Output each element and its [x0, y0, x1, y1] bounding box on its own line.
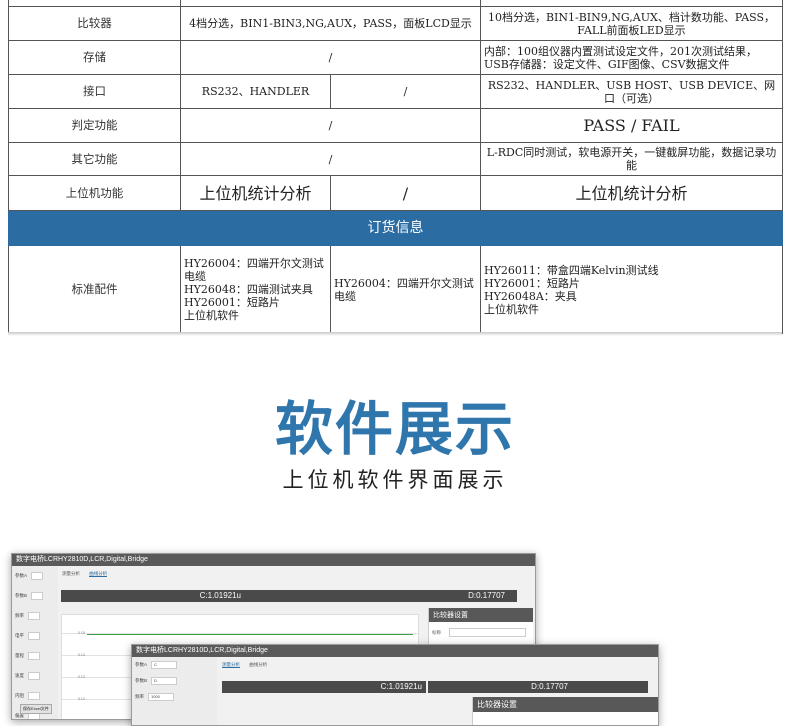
sidebar-item[interactable]: 参数B D: [132, 673, 217, 689]
list-item: 上位机软件: [484, 302, 539, 316]
table-row: 订货信息: [8, 210, 783, 246]
cell: /: [180, 142, 481, 176]
tick-label: 0.13: [78, 675, 85, 679]
window-title: 数字电桥LCRHY2810D,LCR,Digital,Bridge: [132, 645, 658, 657]
list-item: 上位机软件: [184, 309, 239, 322]
nominal-input[interactable]: [449, 628, 526, 637]
row-label: 判定功能: [8, 108, 181, 143]
save-excel-button[interactable]: 保存Excel文件: [20, 704, 52, 714]
sidebar-item[interactable]: 内阻: [12, 686, 58, 706]
cell: 上位机统计分析: [480, 175, 783, 211]
row-label: 其它功能: [8, 142, 181, 176]
section-subtitle: 上位机软件界面展示: [282, 468, 508, 492]
tab-measure[interactable]: 测量分析: [222, 662, 240, 668]
list-item: HY26004：四端开尔文测试电缆: [184, 257, 324, 283]
list-item: HY26001：短路片: [184, 296, 280, 309]
tab-measure[interactable]: 测量分析: [62, 571, 80, 576]
table-row: 存储 / 内部：100组仪器内置测试设定文件，201次测试结果，USB存储器：设…: [8, 40, 783, 75]
list-item: HY26048A：夹具: [484, 289, 577, 303]
cell: 内部：100组仪器内置测试设定文件，201次测试结果，USB存储器：设定文件、G…: [480, 40, 783, 75]
software-window-front: 数字电桥LCRHY2810D,LCR,Digital,Bridge 参数A C 参…: [131, 644, 659, 726]
table-row: 标准配件 HY26004：四端开尔文测试电缆 HY26048：四端测试夹具 HY…: [8, 245, 783, 334]
cell: HY26004：四端开尔文测试电缆: [330, 245, 481, 334]
cell: HY26004：四端开尔文测试电缆 HY26048：四端测试夹具 HY26001…: [180, 245, 331, 334]
order-info-banner: 订货信息: [8, 210, 783, 246]
table-row: 比较器 4档分选，BIN1-BIN3,NG,AUX，PASS，面板LCD显示 1…: [8, 6, 783, 41]
sidebar-item[interactable]: 频率 1000: [132, 689, 217, 705]
tab-curve[interactable]: 曲线分析: [89, 571, 108, 577]
comparator-panel: 比较器设置: [472, 697, 658, 725]
tick-label: 0.15: [78, 631, 85, 635]
tab-curve[interactable]: 曲线分析: [249, 662, 267, 667]
tab-bar: 测量分析 曲线分析: [62, 571, 115, 577]
cell: /: [330, 175, 481, 211]
cell: L-RDC同时测试，软电源开关，一键截屏功能，数据记录功能: [480, 142, 783, 176]
table-shadow: [8, 332, 782, 336]
table-row: 上位机功能 上位机统计分析 / 上位机统计分析: [8, 175, 783, 211]
c-readout: C:1.01921u: [222, 681, 426, 693]
table-row: 其它功能 / L-RDC同时测试，软电源开关，一键截屏功能，数据记录功能: [8, 142, 783, 176]
panel-title: 比较器设置: [473, 697, 658, 712]
tick-label: 0.12: [78, 697, 85, 701]
row-label: 接口: [8, 74, 181, 109]
cell: 上位机统计分析: [180, 175, 331, 211]
cell: HY26011：带盒四端Kelvin测试线 HY26001：短路片 HY2604…: [480, 245, 783, 334]
cell: RS232、HANDLER、USB HOST、USB DEVICE、网口（可选）: [480, 74, 783, 109]
d-readout: D:0.17707: [428, 681, 648, 693]
spec-table: 比较器 4档分选，BIN1-BIN3,NG,AUX，PASS，面板LCD显示 1…: [8, 0, 783, 334]
sidebar: 参数A 参数B 频率 电平 量程 速度 内阻 偏置: [12, 566, 58, 719]
list-item: HY26004：四端开尔文测试电缆: [334, 276, 474, 303]
cell: RS232、HANDLER: [180, 74, 331, 109]
row-label: 比较器: [8, 6, 181, 41]
panel-title: 比较器设置: [429, 608, 533, 622]
sidebar-item[interactable]: 参数A C: [132, 657, 217, 673]
sidebar-item[interactable]: 速度: [12, 666, 58, 686]
tab-bar: 测量分析 曲线分析: [222, 662, 275, 668]
window-title: 数字电桥LCRHY2810D,LCR,Digital,Bridge: [12, 554, 535, 566]
d-readout: D:0.17707: [245, 590, 517, 602]
sidebar-item[interactable]: 参数B: [12, 586, 58, 606]
section-title: 软件展示: [274, 395, 515, 463]
c-readout: C:1.01921u: [61, 590, 245, 602]
cell: PASS / FAIL: [480, 108, 783, 143]
cell: /: [180, 40, 481, 75]
row-label: 存储: [8, 40, 181, 75]
cell: /: [180, 108, 481, 143]
cell: /: [330, 74, 481, 109]
row-label: 上位机功能: [8, 175, 181, 211]
list-item: HY26011：带盒四端Kelvin测试线: [484, 263, 659, 277]
table-row: 接口 RS232、HANDLER / RS232、HANDLER、USB HOS…: [8, 74, 783, 109]
cell: 4档分选，BIN1-BIN3,NG,AUX，PASS，面板LCD显示: [180, 6, 481, 41]
list-item: HY26048：四端测试夹具: [184, 283, 313, 296]
panel-row: 标称: [429, 622, 533, 643]
cell: 10档分选，BIN1-BIN9,NG,AUX、档计数功能、PASS，FALL前面…: [480, 6, 783, 41]
table-row: 判定功能 / PASS / FAIL: [8, 108, 783, 143]
data-line: [87, 634, 413, 635]
row-label: 标准配件: [8, 245, 181, 334]
list-item: HY26001：短路片: [484, 276, 580, 290]
sidebar-item[interactable]: 参数A: [12, 566, 58, 586]
tick-label: 0.14: [78, 653, 85, 657]
sidebar-item[interactable]: 量程: [12, 646, 58, 666]
sidebar-item[interactable]: 频率: [12, 606, 58, 626]
sidebar-item[interactable]: 电平: [12, 626, 58, 646]
